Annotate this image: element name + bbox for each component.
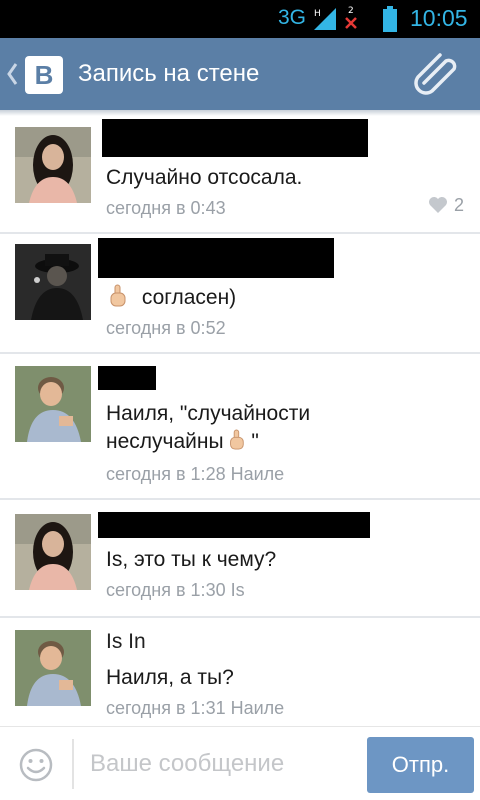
page-title: Запись на стене	[78, 60, 260, 87]
avatar[interactable]	[15, 630, 91, 706]
no-sim-icon: 2	[345, 6, 357, 29]
author-name[interactable]: Is In	[106, 630, 146, 654]
comment-text: Случайно отсосала.	[106, 166, 303, 189]
svg-text:2: 2	[348, 6, 354, 16]
status-bar: 3G H 2 10:05	[0, 0, 480, 38]
comment-time: сегодня в 1:28 Наиле	[106, 464, 285, 484]
pointing-finger-emoji-icon	[110, 284, 126, 307]
heart-icon	[428, 197, 447, 213]
comment-text: Наиля, "случайности неслучайны "	[106, 400, 406, 456]
comment-item[interactable]: Наиля, "случайности неслучайны " сегодня…	[0, 354, 480, 500]
signal-icon: H	[314, 8, 336, 30]
comment-text: Наиля, а ты?	[106, 666, 234, 689]
emoji-icon[interactable]	[18, 747, 54, 783]
author-name-redacted	[102, 119, 368, 157]
author-name-redacted	[98, 512, 370, 538]
author-name-redacted	[98, 238, 334, 278]
comment-text-line: неслучайны	[106, 430, 224, 453]
composer-divider	[72, 739, 74, 789]
comment-text-line: Наиля, "случайности	[106, 402, 311, 425]
like-button[interactable]: 2	[428, 195, 464, 216]
comment-item[interactable]: Is In Наиля, а ты? сегодня в 1:31 Наиле	[0, 618, 480, 724]
paperclip-icon[interactable]	[414, 52, 462, 96]
pointing-finger-emoji-icon	[229, 429, 244, 450]
send-button[interactable]: Отпр.	[367, 737, 474, 793]
comment-text: согласен)	[106, 284, 406, 312]
avatar[interactable]	[15, 244, 91, 320]
comment-time: сегодня в 1:31 Наиле	[106, 698, 285, 718]
svg-text:В: В	[35, 60, 54, 90]
app-header: В Запись на стене	[0, 38, 480, 110]
svg-text:H: H	[314, 9, 321, 19]
network-type: 3G	[278, 6, 307, 29]
comment-item[interactable]: согласен) сегодня в 0:52	[0, 234, 480, 354]
like-count: 2	[453, 195, 464, 215]
message-composer: Отпр.	[0, 726, 480, 800]
comment-time: сегодня в 0:52	[106, 318, 226, 338]
clock: 10:05	[410, 5, 468, 31]
comment-text: Is, это ты к чему?	[106, 548, 277, 571]
author-name-redacted	[98, 366, 156, 390]
message-input[interactable]	[90, 741, 352, 787]
comment-text-content: согласен)	[141, 286, 237, 309]
comment-item[interactable]: Случайно отсосала. сегодня в 0:43 2	[0, 116, 480, 234]
vk-logo-icon[interactable]: В	[25, 56, 63, 94]
comment-time: сегодня в 0:43	[106, 198, 226, 218]
avatar[interactable]	[15, 127, 91, 203]
battery-icon	[383, 6, 397, 32]
comment-text-end: "	[245, 430, 259, 453]
avatar[interactable]	[15, 514, 91, 590]
comments-list[interactable]: Случайно отсосала. сегодня в 0:43 2 согл…	[0, 116, 480, 726]
comment-time: сегодня в 1:30 Is	[106, 580, 245, 600]
back-chevron-icon[interactable]	[5, 60, 19, 88]
avatar[interactable]	[15, 366, 91, 442]
comment-item[interactable]: Is, это ты к чему? сегодня в 1:30 Is	[0, 500, 480, 618]
